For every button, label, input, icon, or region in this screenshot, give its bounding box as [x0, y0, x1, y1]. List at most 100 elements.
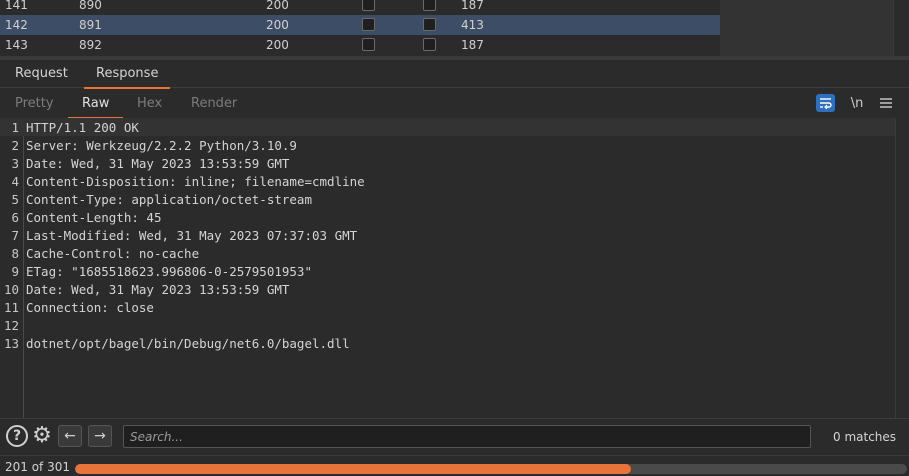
- table-row[interactable]: 143 892 200 187: [0, 35, 720, 55]
- arrow-left-icon: ←: [64, 428, 76, 444]
- header-name: Connection: [26, 300, 102, 315]
- progress-text: 201 of 301: [5, 460, 71, 474]
- line-number: 5: [11, 192, 19, 207]
- code-text: Content-Disposition: inline; filename=cm…: [26, 174, 365, 189]
- results-rows: 141 890 200 187 142 891 200 413 143 892 200 187: [0, 0, 720, 56]
- help-icon[interactable]: ?: [6, 425, 28, 447]
- results-table: 141 890 200 187 142 891 200 413 143 892 200 187: [0, 0, 909, 60]
- gear-icon[interactable]: ⚙: [30, 424, 54, 448]
- results-scrollbar[interactable]: [893, 0, 909, 56]
- code-text: HTTP/1.1 200 OK: [26, 120, 139, 135]
- cell-status: 200: [266, 38, 289, 52]
- header-value: inline; filename=cmdline: [176, 174, 365, 189]
- header-name: Content-Length: [26, 210, 132, 225]
- checkbox-error[interactable]: [362, 0, 375, 11]
- previous-match-button[interactable]: ←: [58, 425, 82, 447]
- tab-raw[interactable]: Raw: [67, 96, 124, 119]
- cell-request-number: 142: [5, 18, 28, 32]
- table-row[interactable]: 141 890 200 187: [0, 0, 720, 15]
- header-value: "1685518623.996806-0-2579501953": [63, 264, 312, 279]
- tab-response[interactable]: Response: [83, 66, 171, 89]
- view-tabs: Pretty Raw Hex Render \n: [0, 89, 909, 119]
- tab-hex[interactable]: Hex: [137, 96, 162, 111]
- next-match-button[interactable]: →: [88, 425, 112, 447]
- body-text: HTTP/1.1 200 OK: [26, 120, 139, 135]
- header-value: 45: [138, 210, 162, 225]
- editor-line: 1 HTTP/1.1 200 OK: [0, 118, 895, 136]
- header-separator: :: [101, 300, 109, 315]
- header-separator: :: [56, 264, 64, 279]
- word-wrap-icon[interactable]: [816, 94, 835, 112]
- header-name: Content-Disposition: [26, 174, 169, 189]
- line-number: 8: [11, 246, 19, 261]
- editor-line: 2 Server: Werkzeug/2.2.2 Python/3.10.9: [0, 136, 895, 154]
- line-number: 1: [11, 120, 19, 135]
- cell-request-number: 143: [5, 38, 28, 52]
- arrow-right-icon: →: [94, 428, 106, 444]
- header-value: Werkzeug/2.2.2 Python/3.10.9: [78, 138, 297, 153]
- menu-icon[interactable]: [878, 94, 894, 112]
- code-text: Date: Wed, 31 May 2023 13:53:59 GMT: [26, 282, 289, 297]
- checkbox-timeout[interactable]: [423, 38, 436, 51]
- line-number: 10: [3, 282, 19, 297]
- code-text: Cache-Control: no-cache: [26, 246, 199, 261]
- code-text: ETag: "1685518623.996806-0-2579501953": [26, 264, 312, 279]
- line-number: 6: [11, 210, 19, 225]
- line-number: 13: [3, 336, 19, 351]
- code-text: Last-Modified: Wed, 31 May 2023 07:37:03…: [26, 228, 357, 243]
- header-name: Cache-Control: [26, 246, 124, 261]
- newline-toggle-icon[interactable]: \n: [849, 94, 865, 112]
- progress-bar: [75, 464, 907, 474]
- header-value: application/octet-stream: [123, 192, 312, 207]
- header-name: ETag: [26, 264, 57, 279]
- progress-fill: [75, 464, 631, 474]
- cell-length: 187: [461, 0, 484, 12]
- header-separator: :: [71, 138, 79, 153]
- code-text: dotnet/opt/bagel/bin/Debug/net6.0/bagel.…: [26, 336, 350, 351]
- line-number: 2: [11, 138, 19, 153]
- checkbox-timeout[interactable]: [423, 18, 436, 31]
- editor-line: 10 Date: Wed, 31 May 2023 13:53:59 GMT: [0, 280, 895, 298]
- line-number: 12: [3, 318, 19, 333]
- tab-pretty[interactable]: Pretty: [15, 96, 54, 111]
- line-number: 4: [11, 174, 19, 189]
- line-number: 9: [11, 264, 19, 279]
- message-tabs: Request Response: [0, 60, 909, 89]
- cell-length: 413: [461, 18, 484, 32]
- code-text: Connection: close: [26, 300, 154, 315]
- editor-line: 9 ETag: "1685518623.996806-0-2579501953": [0, 262, 895, 280]
- checkbox-error[interactable]: [362, 38, 375, 51]
- cell-status: 200: [266, 0, 289, 12]
- header-value: Wed, 31 May 2023 07:37:03 GMT: [131, 228, 358, 243]
- editor-line: 6 Content-Length: 45: [0, 208, 895, 226]
- table-row[interactable]: 142 891 200 413: [0, 15, 720, 35]
- editor-line: 7 Last-Modified: Wed, 31 May 2023 07:37:0…: [0, 226, 895, 244]
- header-separator: :: [56, 156, 64, 171]
- editor-line: 8 Cache-Control: no-cache: [0, 244, 895, 262]
- response-editor[interactable]: 1 HTTP/1.1 200 OK 2 Server: Werkzeug/2.2.2 …: [0, 118, 909, 418]
- editor-scrollbar[interactable]: [895, 118, 909, 418]
- editor-line: 4 Content-Disposition: inline; filename=c…: [0, 172, 895, 190]
- checkbox-timeout[interactable]: [423, 0, 436, 11]
- tab-request[interactable]: Request: [15, 66, 68, 81]
- body-text: dotnet/opt/bagel/bin/Debug/net6.0/bagel.…: [26, 336, 350, 351]
- header-name: Date: [26, 156, 57, 171]
- cell-payload: 892: [79, 38, 102, 52]
- code-text: Content-Length: 45: [26, 210, 161, 225]
- line-number: 7: [11, 228, 19, 243]
- header-name: Date: [26, 282, 57, 297]
- search-input[interactable]: [123, 425, 811, 448]
- header-value: no-cache: [131, 246, 200, 261]
- code-text: Content-Type: application/octet-stream: [26, 192, 312, 207]
- checkbox-error[interactable]: [362, 18, 375, 31]
- code-text: Date: Wed, 31 May 2023 13:53:59 GMT: [26, 156, 289, 171]
- editor-line: 3 Date: Wed, 31 May 2023 13:53:59 GMT: [0, 154, 895, 172]
- cell-payload: 890: [79, 0, 102, 12]
- editor-line: 12: [0, 316, 895, 334]
- line-number: 3: [11, 156, 19, 171]
- tab-render[interactable]: Render: [191, 96, 237, 111]
- header-separator: :: [131, 210, 139, 225]
- line-number: 11: [3, 300, 19, 315]
- header-value: Wed, 31 May 2023 13:53:59 GMT: [63, 156, 290, 171]
- header-separator: :: [56, 282, 64, 297]
